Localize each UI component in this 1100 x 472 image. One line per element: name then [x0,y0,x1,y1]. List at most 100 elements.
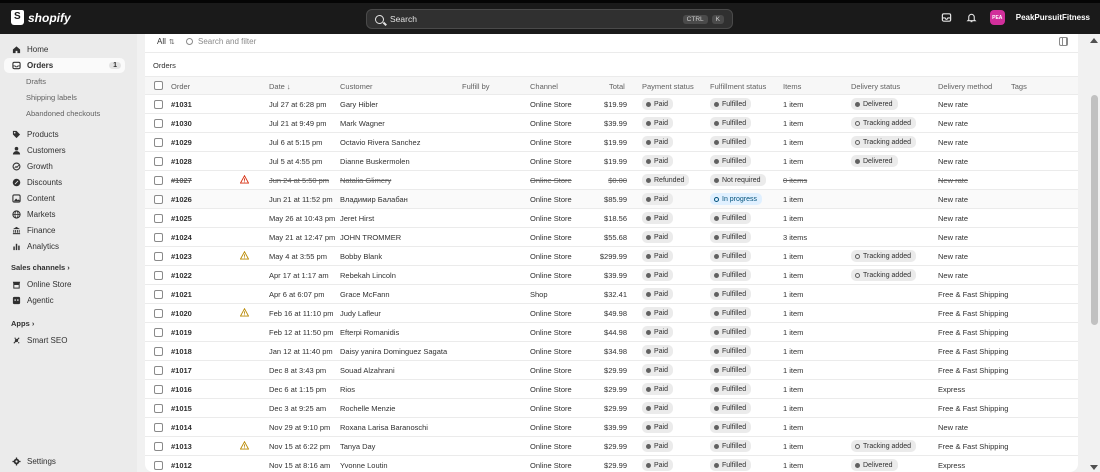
table-row[interactable]: #1016 Dec 6 at 1:15 pm Rios Online Store $29… [145,380,1078,399]
row-checkbox[interactable] [154,347,163,356]
row-checkbox[interactable] [154,290,163,299]
table-row[interactable]: #1025 May 26 at 10:43 pm Jeret Hirst Online… [145,209,1078,228]
row-checkbox[interactable] [154,385,163,394]
col-items[interactable]: Items [783,82,801,91]
sidebar-item-analytics[interactable]: Analytics [4,239,125,254]
sidebar-item-finance[interactable]: Finance [4,223,125,238]
sidebar-item-drafts[interactable]: Drafts [26,77,46,86]
table-row[interactable]: #1023 May 4 at 3:55 pm Bobby Blank Online S… [145,247,1078,266]
item-count[interactable]: 1 item [783,290,803,299]
item-count[interactable]: 1 item [783,214,803,223]
table-row[interactable]: #1021 Apr 6 at 6:07 pm Grace McFann Shop $32… [145,285,1078,304]
row-checkbox[interactable] [154,176,163,185]
col-order[interactable]: Order [171,82,190,91]
order-number[interactable]: #1021 [171,290,192,299]
scroll-down-arrow[interactable] [1090,465,1098,470]
item-count[interactable]: 1 item [783,252,803,261]
item-count[interactable]: 1 item [783,195,803,204]
order-number[interactable]: #1030 [171,119,192,128]
col-fulfill-by[interactable]: Fulfill by [462,82,490,91]
row-checkbox[interactable] [154,423,163,432]
order-number[interactable]: #1020 [171,309,192,318]
table-row[interactable]: #1028 Jul 5 at 4:55 pm Dianne Buskermolen O… [145,152,1078,171]
row-checkbox[interactable] [154,214,163,223]
store-name[interactable]: PeakPursuitFitness [1016,13,1090,22]
table-row[interactable]: #1024 May 21 at 12:47 pm JOHN TROMMER Onlin… [145,228,1078,247]
item-count[interactable]: 1 item [783,119,803,128]
item-count[interactable]: 3 items [783,233,807,242]
order-number[interactable]: #1025 [171,214,192,223]
col-channel[interactable]: Channel [530,82,558,91]
sidebar-item-shipping-labels[interactable]: Shipping labels [26,93,77,102]
table-row[interactable]: #1018 Jan 12 at 11:40 pm Daisy yanira Domi… [145,342,1078,361]
order-number[interactable]: #1024 [171,233,192,242]
table-row[interactable]: #1019 Feb 12 at 11:50 pm Efterpi Romanidis… [145,323,1078,342]
order-number[interactable]: #1013 [171,442,192,451]
order-number[interactable]: #1023 [171,252,192,261]
col-total[interactable]: Total [609,82,625,91]
table-row[interactable]: #1031 Jul 27 at 6:28 pm Gary Hibler Online … [145,95,1078,114]
sidebar-item-discounts[interactable]: Discounts [4,175,125,190]
select-all-checkbox[interactable] [154,81,163,90]
order-number[interactable]: #1019 [171,328,192,337]
item-count[interactable]: 1 item [783,385,803,394]
table-row[interactable]: #1014 Nov 29 at 9:10 pm Roxana Larisa Bara… [145,418,1078,437]
item-count[interactable]: 1 item [783,328,803,337]
item-count[interactable]: 1 item [783,347,803,356]
sidebar-item-home[interactable]: Home [4,42,125,57]
row-checkbox[interactable] [154,233,163,242]
order-number[interactable]: #1026 [171,195,192,204]
table-row[interactable]: #1027 Jun 24 at 5:50 pm Natalia Glimery Onl… [145,171,1078,190]
tab-all[interactable]: All ⇅ [157,37,175,46]
columns-icon[interactable] [1059,37,1068,46]
sidebar-item-abandoned-checkouts[interactable]: Abandoned checkouts [26,109,100,118]
row-checkbox[interactable] [154,271,163,280]
col-fulfillment-status[interactable]: Fulfillment status [710,82,766,91]
sidebar-item-settings[interactable]: Settings [4,454,125,469]
table-row[interactable]: #1022 Apr 17 at 1:17 am Rebekah Lincoln Onl… [145,266,1078,285]
col-date[interactable]: Date ↓ [269,82,291,91]
col-tags[interactable]: Tags [1011,82,1027,91]
shopify-logo[interactable]: shopify [11,10,71,25]
sidebar-item-growth[interactable]: Growth [4,159,125,174]
order-number[interactable]: #1014 [171,423,192,432]
scrollbar-thumb[interactable] [1091,95,1098,325]
table-row[interactable]: #1030 Jul 21 at 9:49 pm Mark Wagner Online … [145,114,1078,133]
order-number[interactable]: #1029 [171,138,192,147]
item-count[interactable]: 1 item [783,404,803,413]
order-number[interactable]: #1031 [171,100,192,109]
apps-heading[interactable]: Apps › [11,319,34,328]
table-row[interactable]: #1015 Dec 3 at 9:25 am Rochelle Menzie Onli… [145,399,1078,418]
sidebar-item-content[interactable]: Content [4,191,125,206]
inbox-icon[interactable] [940,11,954,25]
store-avatar[interactable]: PEA [989,10,1005,25]
sidebar-item-orders[interactable]: Orders 1 [4,58,125,73]
item-count[interactable]: 0 items [783,176,807,185]
row-checkbox[interactable] [154,157,163,166]
item-count[interactable]: 1 item [783,366,803,375]
row-checkbox[interactable] [154,442,163,451]
row-checkbox[interactable] [154,366,163,375]
item-count[interactable]: 1 item [783,461,803,470]
sidebar-item-agentic[interactable]: Agentic [4,293,125,308]
order-number[interactable]: #1017 [171,366,192,375]
sidebar-item-products[interactable]: Products [4,127,125,142]
scroll-up-arrow[interactable] [1090,38,1098,43]
item-count[interactable]: 1 item [783,423,803,432]
order-number[interactable]: #1016 [171,385,192,394]
sidebar-item-markets[interactable]: Markets [4,207,125,222]
col-payment-status[interactable]: Payment status [642,82,694,91]
search-filter-input[interactable]: Search and filter [186,37,256,46]
row-checkbox[interactable] [154,195,163,204]
sidebar-item-online-store[interactable]: Online Store [4,277,125,292]
row-checkbox[interactable] [154,252,163,261]
sales-channels-heading[interactable]: Sales channels › [11,263,70,272]
bell-icon[interactable] [965,11,979,25]
global-search[interactable]: Search CTRL K [366,9,733,29]
col-delivery-status[interactable]: Delivery status [851,82,900,91]
row-checkbox[interactable] [154,119,163,128]
order-number[interactable]: #1028 [171,157,192,166]
table-row[interactable]: #1029 Jul 6 at 5:15 pm Octavio Rivera Sanc… [145,133,1078,152]
item-count[interactable]: 1 item [783,271,803,280]
col-delivery-method[interactable]: Delivery method [938,82,992,91]
